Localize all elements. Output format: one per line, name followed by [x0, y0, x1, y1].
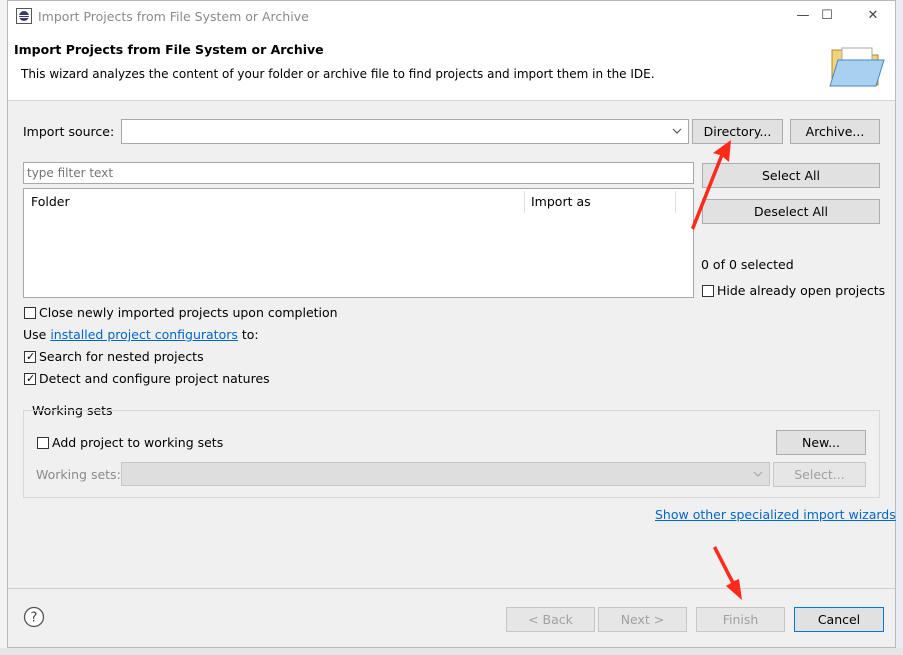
selected-count: 0 of 0 selected [701, 257, 794, 272]
hide-open-projects-checkbox[interactable] [702, 285, 714, 297]
column-divider [524, 191, 525, 213]
footer-separator [8, 588, 895, 589]
add-to-working-sets-checkbox[interactable] [37, 437, 49, 449]
show-other-wizards-link[interactable]: Show other specialized import wizards [655, 507, 896, 522]
detect-natures-label[interactable]: Detect and configure project natures [39, 371, 270, 386]
checkmark-icon: ✓ [26, 350, 36, 363]
wizard-header: Import Projects from File System or Arch… [8, 32, 895, 101]
background-bottom-edge [0, 648, 903, 655]
select-working-sets-button[interactable]: Select... [773, 462, 866, 487]
configurators-line: Use installed project configurators to: [23, 327, 259, 342]
search-nested-label[interactable]: Search for nested projects [39, 349, 204, 364]
archive-button[interactable]: Archive... [790, 119, 880, 144]
import-source-label: Import source: [23, 124, 115, 139]
use-prefix: Use [23, 327, 51, 342]
table-header: Folder Import as [24, 189, 693, 213]
folder-icon [829, 47, 885, 87]
background-right-edge [896, 0, 903, 655]
cancel-button[interactable]: Cancel [794, 607, 884, 632]
window-title: Import Projects from File System or Arch… [38, 9, 309, 24]
import-wizard-dialog: Import Projects from File System or Arch… [7, 0, 896, 648]
help-icon-glyph: ? [31, 611, 38, 626]
back-button[interactable]: < Back [506, 607, 595, 632]
working-sets-label: Working sets: [36, 467, 121, 482]
new-working-set-button[interactable]: New... [776, 430, 866, 455]
background-left-edge [0, 0, 7, 655]
detect-natures-checkbox[interactable]: ✓ [24, 372, 36, 385]
column-import-as[interactable]: Import as [531, 194, 591, 209]
close-imported-label[interactable]: Close newly imported projects upon compl… [39, 305, 338, 320]
finish-button[interactable]: Finish [696, 607, 785, 632]
select-all-button[interactable]: Select All [702, 163, 880, 188]
installed-configurators-link[interactable]: installed project configurators [50, 327, 238, 342]
search-nested-checkbox[interactable]: ✓ [24, 350, 36, 363]
help-icon[interactable]: ? [23, 606, 45, 628]
deselect-all-button[interactable]: Deselect All [702, 199, 880, 224]
column-folder[interactable]: Folder [31, 194, 70, 209]
maximize-button[interactable]: ☐ [808, 5, 846, 27]
filter-input[interactable] [23, 162, 694, 184]
checkmark-icon: ✓ [26, 372, 36, 385]
chevron-down-icon[interactable] [672, 128, 682, 136]
close-imported-checkbox[interactable] [24, 307, 36, 319]
use-suffix: to: [237, 327, 259, 342]
next-button[interactable]: Next > [598, 607, 687, 632]
column-divider [675, 191, 676, 213]
wizard-title: Import Projects from File System or Arch… [14, 42, 324, 57]
add-to-working-sets-label[interactable]: Add project to working sets [52, 435, 223, 450]
eclipse-app-icon [16, 8, 32, 24]
chevron-down-icon[interactable] [753, 471, 763, 479]
working-sets-combo[interactable] [121, 462, 770, 486]
title-bar[interactable]: Import Projects from File System or Arch… [8, 1, 895, 32]
close-button[interactable]: ✕ [854, 5, 892, 27]
import-source-combo[interactable] [121, 119, 689, 144]
directory-button[interactable]: Directory... [692, 119, 783, 144]
projects-table[interactable]: Folder Import as [23, 188, 694, 298]
hide-open-projects-label[interactable]: Hide already open projects [717, 283, 885, 298]
wizard-description: This wizard analyzes the content of your… [21, 67, 655, 81]
